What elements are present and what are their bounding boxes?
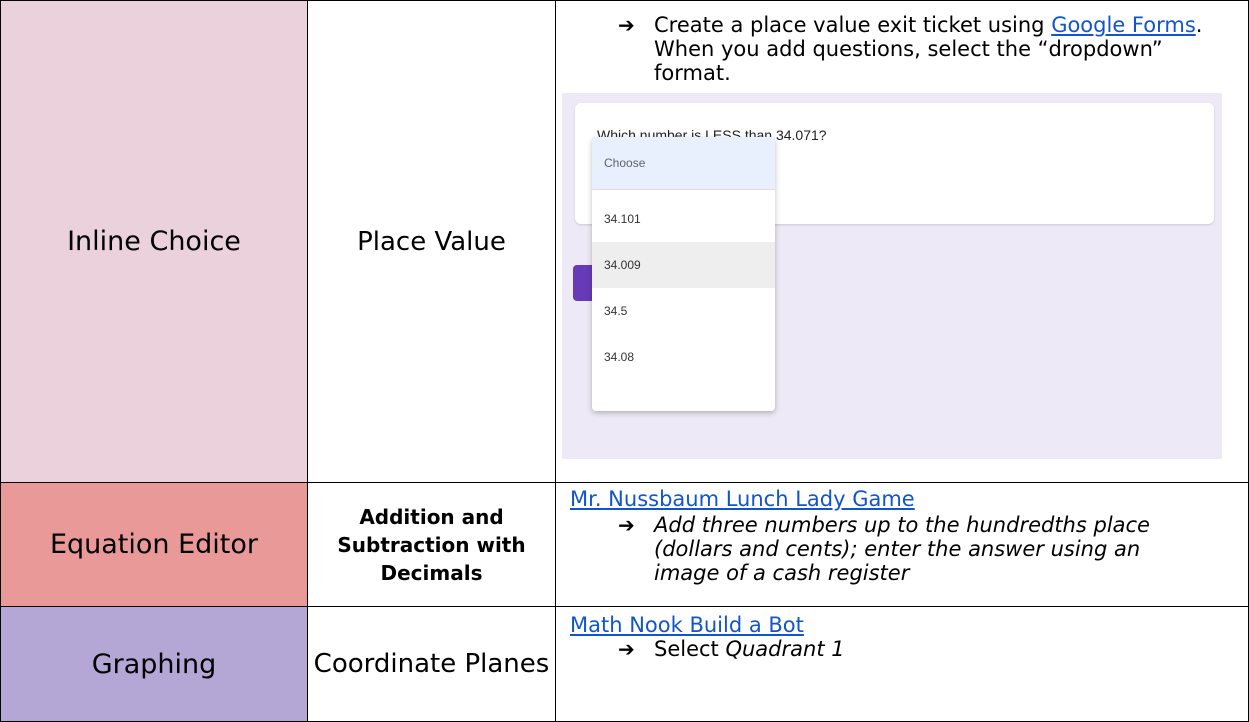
activity-cell: Math Nook Build a Bot ➔ Select Quadrant … — [555, 606, 1249, 722]
bullet-text: Select — [654, 637, 726, 661]
activity-cell: Mr. Nussbaum Lunch Lady Game ➔ Add three… — [555, 482, 1249, 607]
arrow-right-icon: ➔ — [618, 513, 635, 537]
arrow-right-icon: ➔ — [618, 637, 635, 661]
topic-cell: Addition and Subtraction with Decimals — [307, 482, 556, 607]
table-row: Inline Choice Place Value ➔ Create a pla… — [0, 0, 1249, 483]
bullet-item: ➔ Add three numbers up to the hundredths… — [556, 511, 1248, 585]
type-cell: Inline Choice — [0, 0, 308, 483]
dropdown-option[interactable]: 34.5 — [592, 288, 775, 334]
arrow-right-icon: ➔ — [618, 13, 635, 37]
bullet-item: ➔ Select Quadrant 1 — [556, 637, 1248, 661]
dropdown-menu[interactable]: Choose 34.101 34.009 34.5 34.08 — [592, 137, 775, 411]
type-cell: Equation Editor — [0, 482, 308, 607]
table-row: Graphing Coordinate Planes Math Nook Bui… — [0, 606, 1249, 722]
dropdown-placeholder[interactable]: Choose — [592, 137, 775, 190]
table-row: Equation Editor Addition and Subtraction… — [0, 482, 1249, 607]
build-a-bot-link[interactable]: Math Nook Build a Bot — [570, 613, 804, 637]
type-label: Inline Choice — [67, 226, 241, 257]
topic-label: Coordinate Planes — [313, 649, 550, 679]
type-cell: Graphing — [0, 606, 308, 722]
activity-cell: ➔ Create a place value exit ticket using… — [555, 0, 1249, 483]
topic-cell: Place Value — [307, 0, 556, 483]
topic-cell: Coordinate Planes — [307, 606, 556, 722]
topic-label: Place Value — [357, 226, 506, 257]
quadrant-text: Quadrant 1 — [725, 637, 845, 661]
bullet-text: Create a place value exit ticket using — [654, 13, 1052, 37]
bullet-item: ➔ Create a place value exit ticket using… — [556, 1, 1248, 85]
dropdown-option[interactable]: 34.101 — [592, 196, 775, 242]
dropdown-option-selected[interactable]: 34.009 — [592, 242, 775, 288]
lunch-lady-game-link[interactable]: Mr. Nussbaum Lunch Lady Game — [570, 487, 915, 511]
dropdown-option[interactable]: 34.08 — [592, 334, 775, 380]
type-label: Equation Editor — [49, 529, 259, 560]
type-label: Graphing — [91, 648, 217, 680]
topic-label: Addition and Subtraction with Decimals — [337, 504, 526, 585]
form-screenshot: Which number is LESS than 34.071? Choose… — [562, 93, 1222, 459]
bullet-text: Add three numbers up to the hundredths p… — [654, 513, 1150, 585]
lesson-table: Inline Choice Place Value ➔ Create a pla… — [0, 0, 1249, 722]
google-forms-link[interactable]: Google Forms — [1051, 13, 1196, 37]
